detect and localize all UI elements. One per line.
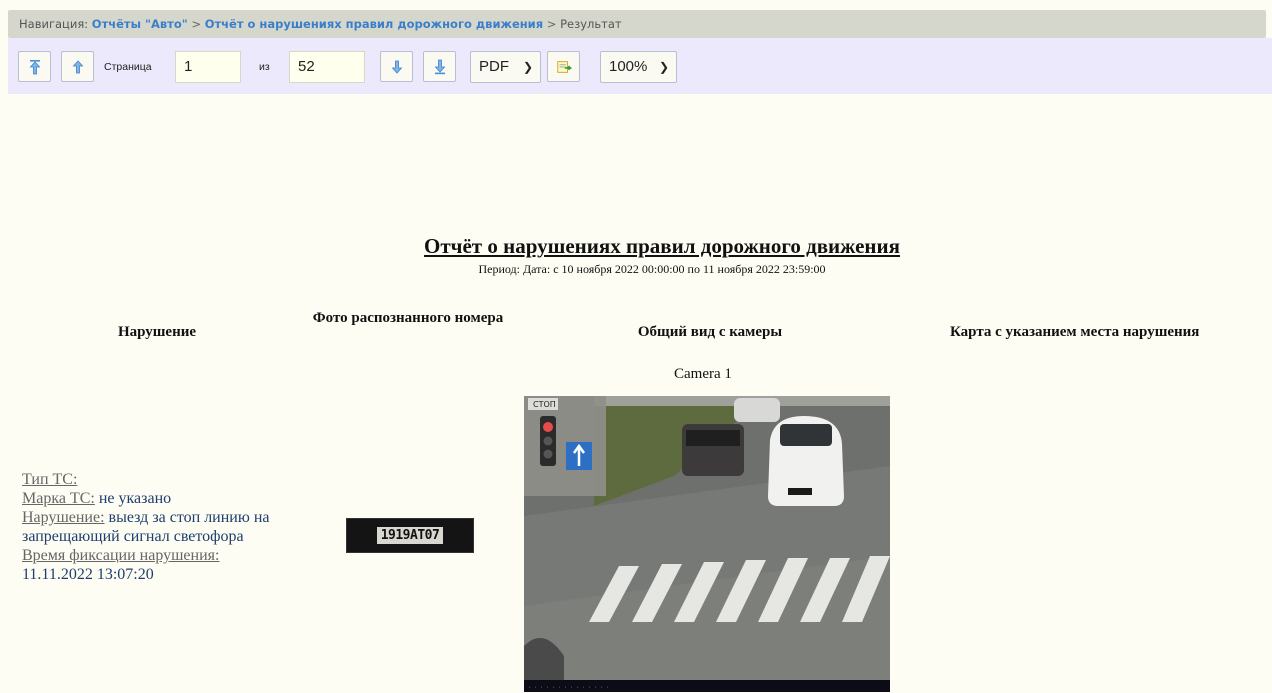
vehicle-type-label: Тип ТС:: [22, 471, 78, 488]
breadcrumb: Навигация: Отчёты "Авто" > Отчёт о наруш…: [8, 10, 1266, 38]
breadcrumb-link-auto-reports[interactable]: Отчёты "Авто": [92, 17, 188, 31]
report-page: Отчёт о нарушениях правил дорожного движ…: [0, 94, 1272, 693]
format-select[interactable]: PDF ❯: [470, 51, 541, 83]
page-label: Страница: [104, 61, 152, 73]
of-label: из: [259, 61, 270, 73]
license-plate-text: 1919АТ07: [376, 527, 444, 544]
report-title: Отчёт о нарушениях правил дорожного движ…: [423, 234, 900, 258]
prev-page-icon: [72, 59, 83, 73]
last-page-button[interactable]: [423, 51, 456, 82]
breadcrumb-separator: >: [546, 17, 557, 31]
breadcrumb-prefix: Навигация:: [19, 17, 89, 31]
camera-name: Camera 1: [674, 366, 732, 382]
camera-snapshot: СТОП · · · · · · · · · · · · · ·: [524, 396, 890, 692]
license-plate-photo: 1919АТ07: [346, 518, 474, 553]
next-page-icon: [391, 60, 402, 74]
report-period: Период: Дата: с 10 ноября 2022 00:00:00 …: [478, 262, 826, 276]
violation-details: Тип ТС: Марка ТС: не указано Нарушение: …: [22, 470, 302, 584]
violation-time-label: Время фиксации нарушения:: [22, 547, 220, 564]
format-select-value: PDF: [479, 58, 509, 75]
export-icon: [556, 60, 572, 73]
vehicle-brand-label: Марка ТС:: [22, 490, 95, 507]
camera-stop-sign-label: СТОП: [533, 400, 556, 409]
page-number-input[interactable]: 1: [175, 51, 241, 83]
chevron-down-icon: ❯: [658, 60, 669, 74]
report-toolbar: Страница 1 из 52 PDF ❯ 100% ❯: [8, 38, 1272, 94]
violation-label: Нарушение:: [22, 509, 105, 526]
vehicle-brand-value: не указано: [98, 490, 172, 507]
prev-page-button[interactable]: [61, 51, 94, 82]
column-header-map: Карта с указанием места нарушения: [950, 324, 1200, 340]
column-header-camera-view: Общий вид с камеры: [637, 324, 783, 340]
breadcrumb-link-violations-report[interactable]: Отчёт о нарушениях правил дорожного движ…: [205, 17, 543, 31]
breadcrumb-current: Результат: [560, 17, 622, 31]
last-page-icon: [434, 59, 445, 74]
export-button[interactable]: [547, 51, 580, 82]
column-header-violation: Нарушение: [117, 324, 197, 340]
zoom-select-value: 100%: [609, 58, 648, 75]
zoom-select[interactable]: 100% ❯: [600, 51, 677, 83]
chevron-down-icon: ❯: [522, 60, 533, 74]
next-page-button[interactable]: [380, 51, 413, 82]
violation-time-value: 11.11.2022 13:07:20: [22, 566, 154, 583]
breadcrumb-separator: >: [191, 17, 202, 31]
column-header-plate-photo: Фото распознанного номера: [312, 310, 504, 326]
total-pages-field: 52: [289, 51, 365, 83]
first-page-button[interactable]: [18, 51, 51, 82]
first-page-icon: [29, 59, 40, 74]
camera-scene-image: СТОП · · · · · · · · · · · · · ·: [524, 396, 890, 692]
camera-info-strip: · · · · · · · · · · · · · ·: [528, 685, 609, 691]
